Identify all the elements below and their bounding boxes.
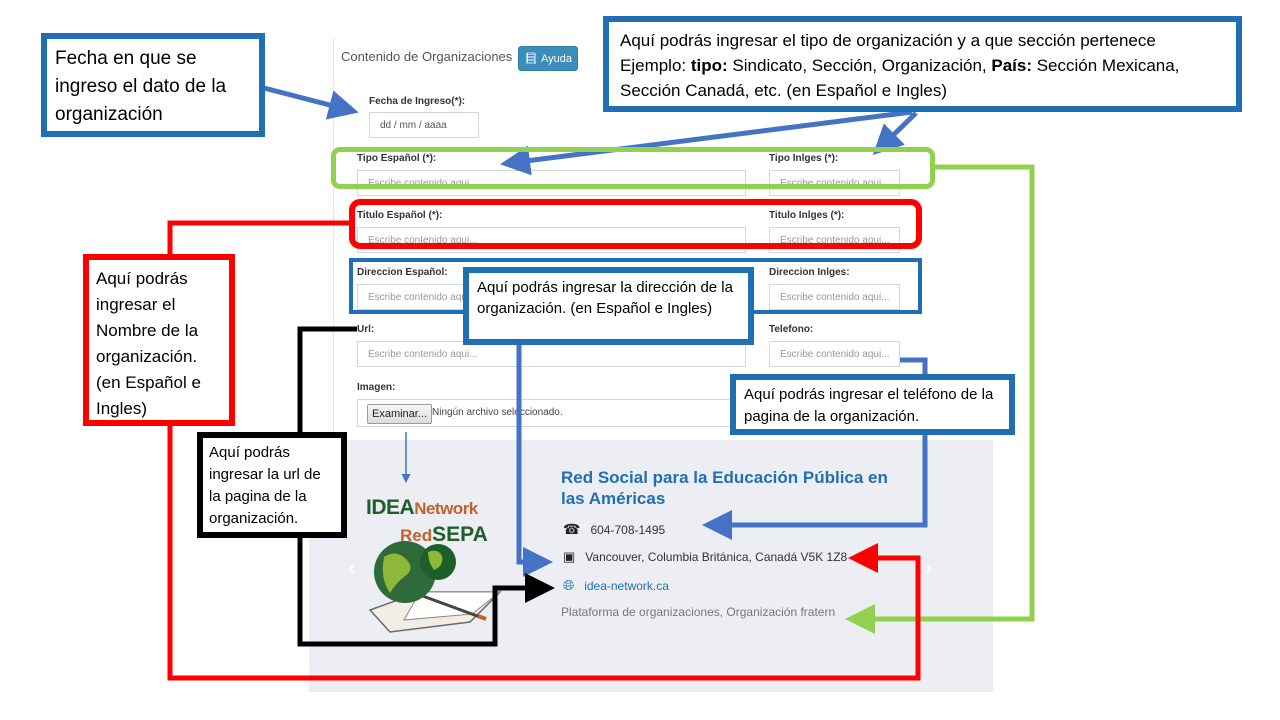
callout-direccion: Aquí podrás ingresar la dirección de la … bbox=[463, 267, 754, 345]
titulo-highlight-frame bbox=[349, 199, 922, 249]
connector-url-bottom bbox=[297, 538, 555, 647]
tipo-highlight-frame bbox=[331, 147, 935, 189]
connector-telefono bbox=[900, 357, 928, 374]
connector-url bbox=[297, 326, 357, 434]
callout-url: Aquí podrás ingresar la url de la pagina… bbox=[197, 432, 347, 538]
arrow-fecha bbox=[263, 85, 359, 120]
arrow-tipo-en bbox=[872, 111, 918, 155]
connector-telefono-bottom bbox=[702, 434, 928, 540]
callout-telefono: Aquí podrás ingresar el teléfono de la p… bbox=[730, 374, 1015, 435]
callout-tipo: Aquí podrás ingresar el tipo de organiza… bbox=[603, 16, 1242, 112]
connector-direccion bbox=[516, 343, 553, 577]
callout-nombre: Aquí podrás ingresar el Nombre de la org… bbox=[83, 254, 235, 426]
callout-fecha: Fecha en que se ingreso el dato de la or… bbox=[41, 33, 265, 137]
